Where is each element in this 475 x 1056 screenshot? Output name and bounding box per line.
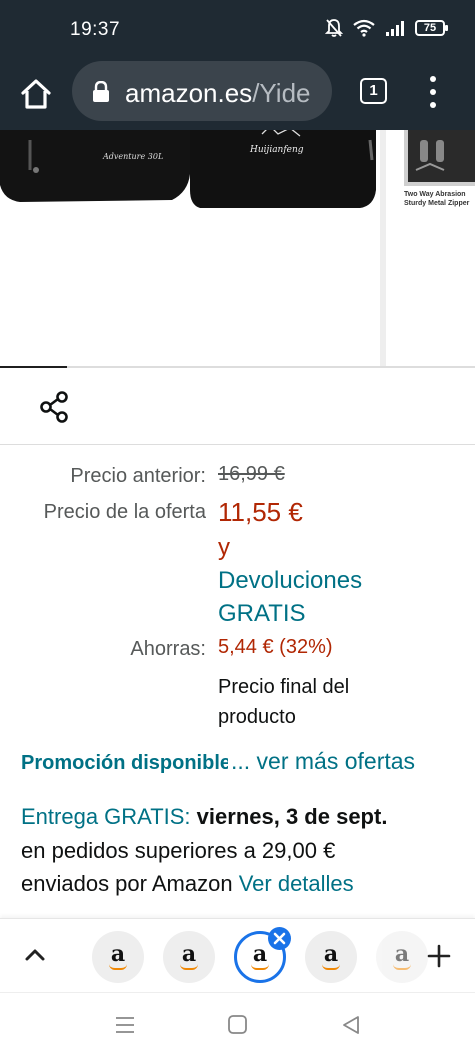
deal-price-value: 11,55 € (218, 497, 303, 527)
menu-lines-icon (116, 1017, 134, 1033)
url-path: /Yide (252, 78, 311, 108)
close-tab-button[interactable] (268, 927, 291, 950)
menu-dot-icon (430, 76, 436, 82)
new-tab-button[interactable] (426, 943, 452, 974)
share-row (0, 370, 475, 445)
free-returns-link[interactable]: Devoluciones GRATIS (218, 564, 438, 630)
and-text: y (218, 534, 230, 561)
gallery-progress-track (0, 366, 475, 368)
free-delivery-link[interactable]: Entrega GRATIS: (21, 804, 191, 829)
backpack-image: Adventure 30L Huijianfeng (0, 130, 376, 208)
home-nav-button[interactable] (227, 1014, 249, 1041)
product-image-gallery[interactable]: Adventure 30L Huijianfeng Two Way Abrasi… (0, 130, 475, 368)
svg-text:Huijianfeng: Huijianfeng (249, 145, 304, 155)
bell-muted-icon (325, 18, 343, 38)
svg-text:Adventure 30L: Adventure 30L (102, 152, 163, 161)
home-button[interactable] (18, 76, 54, 112)
delivery-details-link[interactable]: Ver detalles (239, 871, 354, 896)
signal-icon (385, 19, 405, 37)
delivery-shipper: enviados por Amazon (21, 871, 233, 896)
back-nav-button[interactable] (340, 1014, 362, 1041)
share-button[interactable] (38, 390, 72, 429)
savings-label: Ahorras: (130, 638, 206, 660)
wifi-icon (353, 19, 375, 37)
previous-price-value: 16,99 € (218, 463, 285, 485)
amazon-smile-icon (322, 964, 340, 970)
caption-line-1: Two Way Abrasion (404, 191, 466, 198)
tab-thumbnail[interactable]: a (92, 931, 144, 983)
menu-dot-icon (430, 89, 436, 95)
next-product-image[interactable]: Two Way Abrasion Sturdy Metal Zipper (386, 130, 475, 366)
next-image-caption: Two Way Abrasion Sturdy Metal Zipper (404, 190, 469, 208)
plus-icon (427, 944, 451, 968)
delivery-info: Entrega GRATIS: viernes, 3 de sept. en p… (21, 800, 461, 901)
share-icon (40, 391, 68, 423)
close-icon (273, 932, 286, 945)
final-price-note: Precio final del producto (218, 676, 350, 728)
recent-apps-button[interactable] (114, 1015, 136, 1040)
more-offers-link[interactable]: ... ver más ofertas (231, 748, 415, 775)
more-menu-button[interactable] (420, 74, 446, 110)
status-bar: 19:37 75 (0, 0, 475, 58)
amazon-smile-icon (393, 964, 411, 970)
tab-thumbnail[interactable]: a (163, 931, 215, 983)
tab-switcher-button[interactable]: 1 (360, 78, 387, 104)
previous-price-label: Precio anterior: (70, 465, 206, 487)
lock-icon (92, 80, 110, 108)
savings-value: 5,44 € (32%) (218, 636, 333, 658)
tab-thumbnail[interactable]: a (376, 931, 428, 983)
url-text: amazon.es/Yide (125, 78, 310, 109)
product-image[interactable]: Adventure 30L Huijianfeng (0, 130, 380, 366)
square-icon (228, 1015, 247, 1034)
gallery-progress-fill (0, 366, 67, 368)
browser-toolbar: amazon.es/Yide 1 (0, 58, 475, 130)
back-triangle-icon (343, 1016, 359, 1034)
system-nav-bar (0, 992, 475, 1056)
home-icon (21, 79, 51, 109)
battery-indicator: 75 (415, 20, 448, 36)
deal-price-label: Precio de la oferta (43, 501, 206, 523)
expand-tabs-button[interactable] (22, 943, 48, 972)
caption-line-2: Sturdy Metal Zipper (404, 200, 470, 207)
delivery-date: viernes, 3 de sept. (196, 804, 388, 829)
amazon-smile-icon (109, 964, 127, 970)
amazon-smile-icon (251, 964, 269, 970)
menu-dot-icon (430, 102, 436, 108)
promotion-row[interactable]: Promoción disponible... ver más ofertas (21, 748, 415, 775)
tab-strip: a a a a a (0, 918, 475, 992)
promotion-label[interactable]: Promoción disponible (21, 752, 228, 775)
tab-thumbnail[interactable]: a (305, 931, 357, 983)
delivery-condition: en pedidos superiores a 29,00 € (21, 837, 336, 863)
amazon-smile-icon (180, 964, 198, 970)
chevron-up-icon (25, 949, 45, 961)
status-icons: 75 (325, 18, 448, 38)
url-domain: amazon.es (125, 78, 253, 108)
address-bar[interactable]: amazon.es/Yide (72, 61, 332, 121)
zipper-detail-image (404, 130, 475, 186)
status-time: 19:37 (70, 19, 121, 40)
